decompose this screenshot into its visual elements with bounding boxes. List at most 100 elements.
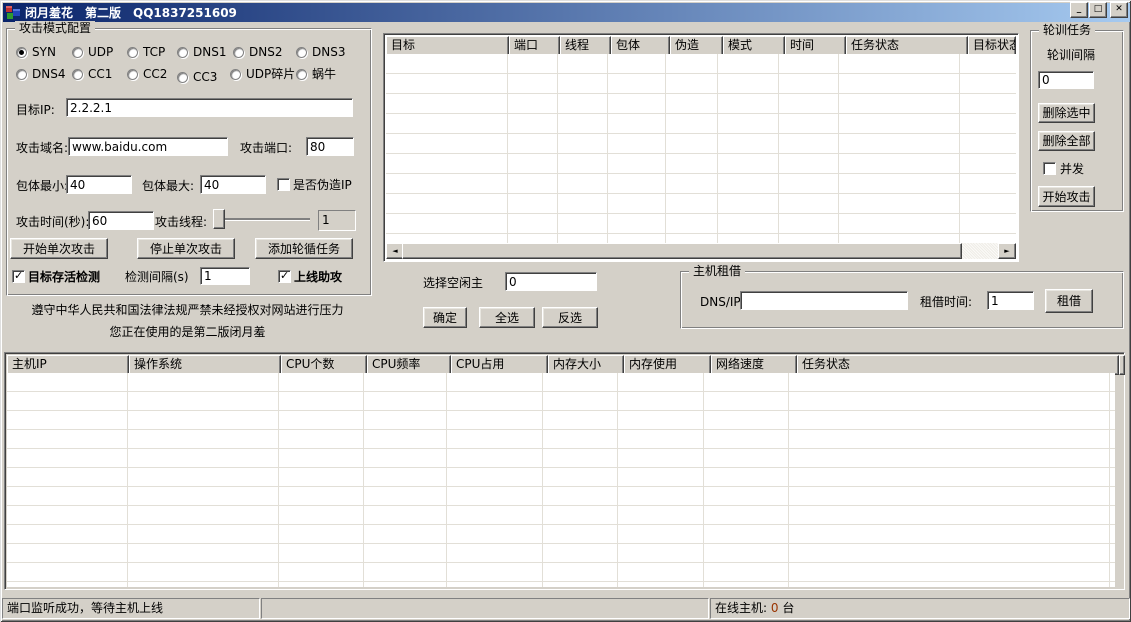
rotation-interval-input[interactable] — [1038, 71, 1094, 89]
host-rent-title: 主机租借 — [689, 264, 745, 278]
legal-warning-line2: 您正在使用的是第二版闭月羞 — [0, 325, 375, 339]
task-table-header: 目标 端口 线程 包体 伪造 模式 时间 任务状态 目标状态 — [386, 36, 1016, 54]
attack-config-title: 攻击模式配置 — [15, 21, 95, 35]
host-col-cpu-count[interactable]: CPU个数 — [281, 355, 367, 375]
radio-mode-dns2[interactable] — [233, 47, 244, 58]
radio-mode-tcp-label: TCP — [143, 45, 165, 59]
check-interval-input[interactable] — [200, 267, 250, 285]
radio-mode-udp-label: UDP — [88, 45, 113, 59]
task-col-mode[interactable]: 模式 — [723, 36, 785, 56]
maximize-icon[interactable]: □ — [1089, 2, 1107, 18]
attack-domain-label: 攻击域名: — [16, 141, 68, 155]
host-col-task-status[interactable]: 任务状态 — [797, 355, 1119, 375]
status-message: 端口监听成功，等待主机上线 — [2, 598, 260, 619]
radio-mode-cc2[interactable] — [127, 69, 138, 80]
attack-threads-value: 1 — [318, 210, 356, 231]
host-col-net-speed[interactable]: 网络速度 — [711, 355, 797, 375]
add-rotation-task-button[interactable]: 添加轮循任务 — [255, 238, 353, 259]
radio-mode-snail-label: 蜗牛 — [312, 67, 336, 81]
rent-time-input[interactable] — [987, 291, 1034, 310]
task-table-body — [386, 54, 1016, 243]
window-controls: _ □ ✕ — [1069, 2, 1128, 18]
target-ip-input[interactable] — [66, 98, 353, 117]
task-table: 目标 端口 线程 包体 伪造 模式 时间 任务状态 目标状态 ◄ ► — [383, 33, 1019, 262]
radio-mode-udp-frag[interactable] — [230, 69, 241, 80]
title-bar[interactable]: 闭月羞花 第二版 QQ1837251609 — [3, 3, 1130, 22]
task-col-packet[interactable]: 包体 — [611, 36, 670, 56]
host-col-cpu-usage[interactable]: CPU占用 — [451, 355, 548, 375]
radio-mode-dns4[interactable] — [16, 69, 27, 80]
radio-mode-cc3-label: CC3 — [193, 70, 217, 84]
rent-button[interactable]: 租借 — [1045, 289, 1093, 313]
attack-threads-label: 攻击线程: — [155, 215, 207, 229]
status-middle — [261, 598, 709, 619]
rent-time-label: 租借时间: — [920, 295, 972, 309]
radio-mode-syn[interactable] — [16, 47, 27, 58]
scrollbar-thumb[interactable] — [402, 243, 962, 259]
task-col-threads[interactable]: 线程 — [560, 36, 611, 56]
host-col-filler — [1119, 355, 1125, 375]
radio-mode-udp-frag-label: UDP碎片 — [246, 67, 295, 81]
radio-mode-dns3-label: DNS3 — [312, 45, 345, 59]
scroll-right-icon[interactable]: ► — [998, 243, 1016, 259]
check-interval-label: 检测间隔(s) — [125, 270, 189, 284]
online-assist-checkbox[interactable] — [278, 270, 291, 283]
status-online-hosts: 在线主机: 0 台 — [710, 598, 1130, 619]
host-col-os[interactable]: 操作系统 — [129, 355, 281, 375]
idle-host-label: 选择空闲主 — [423, 276, 483, 290]
task-col-task-status[interactable]: 任务状态 — [846, 36, 968, 56]
radio-mode-cc3[interactable] — [177, 72, 188, 83]
delete-all-button[interactable]: 删除全部 — [1038, 131, 1095, 151]
online-hosts-count: 0 — [771, 601, 779, 615]
packet-max-label: 包体最大: — [142, 179, 194, 193]
radio-mode-cc1[interactable] — [72, 69, 83, 80]
minimize-icon[interactable]: _ — [1070, 2, 1088, 18]
radio-mode-snail[interactable] — [296, 69, 307, 80]
radio-mode-dns2-label: DNS2 — [249, 45, 282, 59]
radio-mode-cc1-label: CC1 — [88, 67, 112, 81]
task-col-time[interactable]: 时间 — [785, 36, 846, 56]
task-table-hscrollbar[interactable]: ◄ ► — [386, 243, 1016, 259]
stop-single-attack-button[interactable]: 停止单次攻击 — [137, 238, 235, 259]
task-col-port[interactable]: 端口 — [509, 36, 560, 56]
task-col-fake[interactable]: 伪造 — [670, 36, 723, 56]
concurrent-checkbox[interactable] — [1043, 162, 1056, 175]
start-attack-button[interactable]: 开始攻击 — [1038, 186, 1095, 207]
delete-selected-button[interactable]: 删除选中 — [1038, 103, 1095, 123]
attack-port-label: 攻击端口: — [240, 141, 292, 155]
packet-min-label: 包体最小: — [16, 179, 68, 193]
host-col-mem-size[interactable]: 内存大小 — [548, 355, 624, 375]
host-col-cpu-freq[interactable]: CPU频率 — [367, 355, 451, 375]
radio-mode-tcp[interactable] — [127, 47, 138, 58]
host-col-mem-usage[interactable]: 内存使用 — [624, 355, 711, 375]
target-ip-label: 目标IP: — [16, 103, 55, 117]
attack-port-input[interactable] — [306, 137, 354, 156]
packet-min-input[interactable] — [66, 175, 132, 194]
start-single-attack-button[interactable]: 开始单次攻击 — [10, 238, 108, 259]
slider-thumb-icon[interactable] — [213, 209, 225, 229]
radio-mode-dns1[interactable] — [177, 47, 188, 58]
alive-check-checkbox[interactable] — [12, 270, 25, 283]
idle-host-input[interactable] — [505, 272, 597, 291]
confirm-button[interactable]: 确定 — [423, 307, 467, 328]
dns-ip-input[interactable] — [740, 291, 908, 310]
packet-max-input[interactable] — [200, 175, 266, 194]
radio-mode-dns3[interactable] — [296, 47, 307, 58]
attack-time-input[interactable] — [88, 211, 154, 230]
task-col-target-status[interactable]: 目标状态 — [968, 36, 1016, 56]
close-icon[interactable]: ✕ — [1110, 2, 1128, 18]
online-assist-label: 上线助攻 — [294, 270, 342, 284]
app-icon[interactable] — [5, 5, 21, 21]
attack-threads-slider[interactable] — [216, 218, 310, 220]
fake-ip-checkbox[interactable] — [277, 178, 290, 191]
online-hosts-unit: 台 — [782, 601, 794, 615]
rotation-title: 轮训任务 — [1039, 23, 1095, 37]
task-col-target[interactable]: 目标 — [386, 36, 509, 56]
alive-check-label: 目标存活检测 — [28, 270, 100, 284]
attack-domain-input[interactable] — [68, 137, 228, 156]
host-table: 主机IP 操作系统 CPU个数 CPU频率 CPU占用 内存大小 内存使用 网络… — [4, 352, 1125, 590]
select-all-button[interactable]: 全选 — [479, 307, 535, 328]
radio-mode-udp[interactable] — [72, 47, 83, 58]
host-col-ip[interactable]: 主机IP — [7, 355, 129, 375]
invert-selection-button[interactable]: 反选 — [542, 307, 598, 328]
